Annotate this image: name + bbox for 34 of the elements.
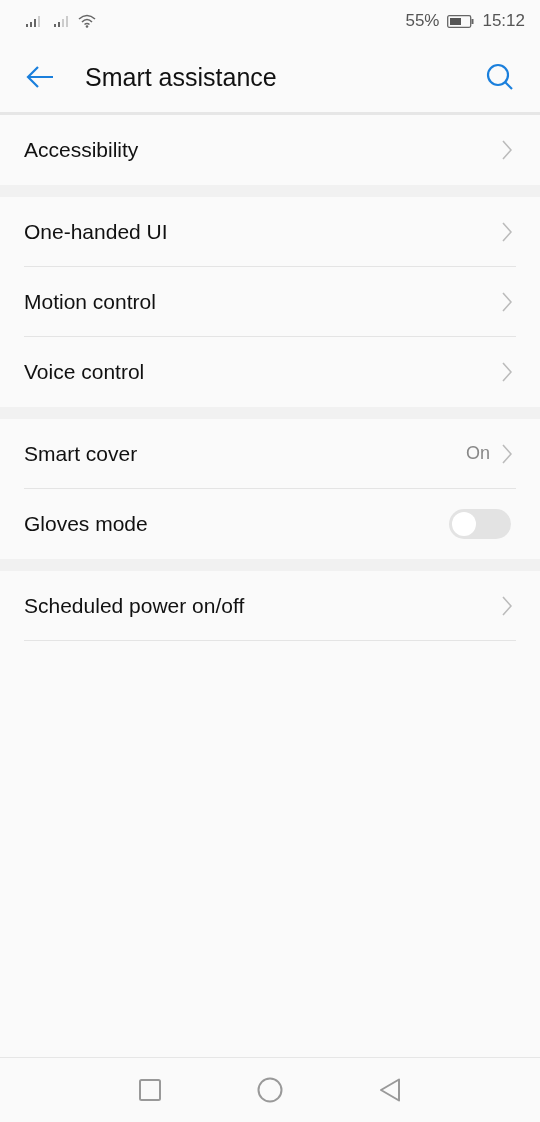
row-value: On [466,443,490,464]
settings-row[interactable]: One-handed UI [24,197,516,267]
back-icon[interactable] [379,1078,401,1102]
settings-row[interactable]: Gloves mode [24,489,516,559]
row-label: Smart cover [24,441,138,466]
settings-row[interactable]: Voice control [24,337,516,407]
row-label: Motion control [24,289,156,314]
chevron-right-icon [502,362,512,382]
row-label: Scheduled power on/off [24,593,245,618]
search-icon[interactable] [486,63,514,91]
home-icon[interactable] [257,1077,283,1103]
row-label: One-handed UI [24,219,168,244]
chevron-right-icon [502,595,512,616]
signal-icon [54,15,70,27]
chevron-right-icon [502,140,512,160]
settings-row[interactable]: Smart cover On [24,419,516,489]
page-title: Smart assistance [85,62,278,92]
toggle-switch[interactable] [449,509,511,539]
wifi-icon [78,14,96,28]
settings-row[interactable]: Motion control [24,267,516,337]
row-label: Accessibility [24,138,139,162]
row-label: Voice control [24,360,145,384]
settings-row[interactable]: Scheduled power on/off [24,571,516,641]
battery-icon [447,14,475,28]
chevron-right-icon [502,443,512,464]
chevron-right-icon [502,221,512,242]
back-arrow-icon[interactable] [26,65,54,89]
settings-row[interactable]: Accessibility [24,115,516,185]
clock-time: 15:12 [482,11,525,31]
battery-percent: 55% [405,11,440,31]
chevron-right-icon [502,291,512,312]
row-label: Gloves mode [24,512,148,536]
signal-icon [26,15,42,27]
recents-icon[interactable] [139,1079,161,1101]
